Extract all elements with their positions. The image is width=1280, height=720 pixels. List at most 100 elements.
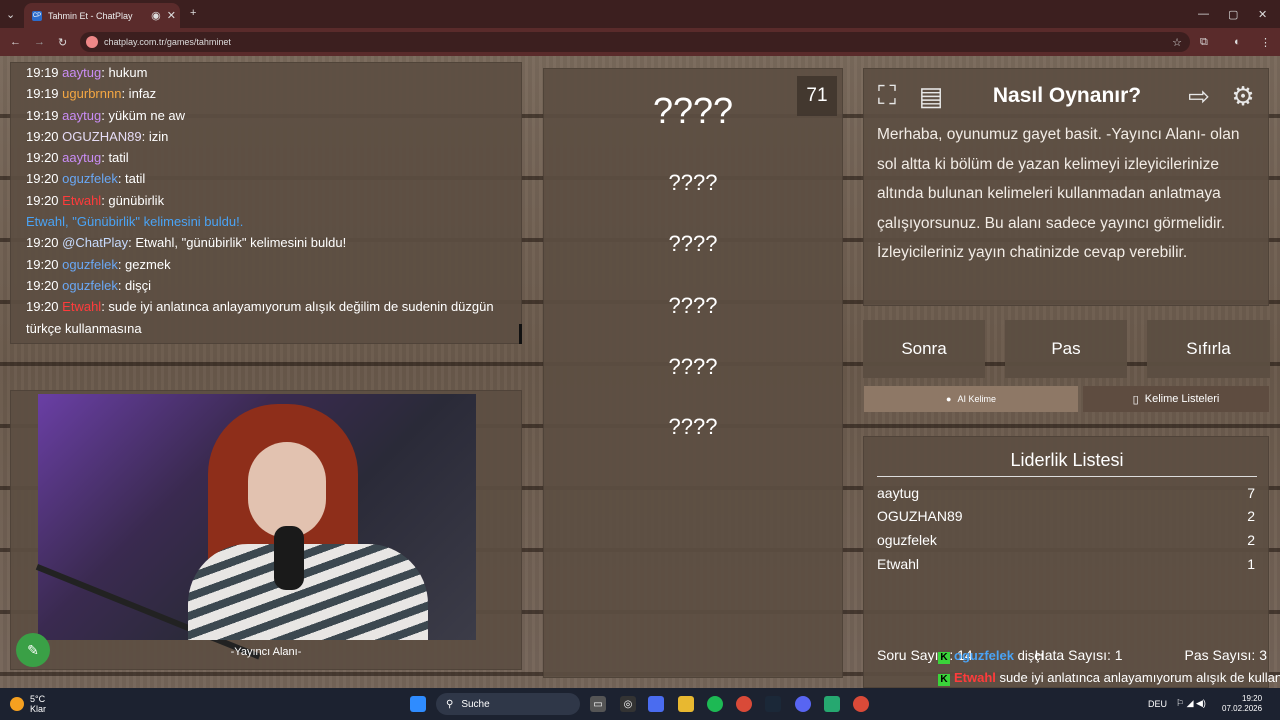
overlay-user: oguzfelek	[954, 648, 1014, 663]
weather-temp: 5°C	[30, 694, 46, 704]
kick-icon: K	[938, 674, 950, 686]
word-lists-tab[interactable]: ▯ Kelime Listeleri	[1083, 386, 1269, 412]
settings-gear-icon[interactable]: ⚙	[1227, 80, 1259, 112]
file-explorer-icon[interactable]	[678, 696, 694, 712]
media-icon[interactable]: ◉	[151, 9, 161, 22]
spotify-icon[interactable]	[707, 696, 723, 712]
url-bar[interactable]: chatplay.com.tr/games/tahminet ☆	[80, 32, 1190, 52]
notes-icon[interactable]: ▤	[915, 80, 947, 112]
next-button[interactable]: Sonra	[863, 320, 985, 378]
maximize-icon[interactable]: ▢	[1228, 8, 1238, 21]
forbidden-word: ????	[668, 354, 718, 379]
chatplay-favicon: CP	[32, 10, 42, 21]
chat-text: : infaz	[121, 86, 157, 102]
clock-date: 07.02.2026	[1222, 704, 1263, 713]
chat-message: 19:20 Etwahl: günübirlik	[26, 190, 506, 211]
leaderboard-row: oguzfelek 2	[877, 532, 1255, 548]
windows-taskbar: 5°C Klar ⚲ Suche ▭ ◎ DEU ⚐ ◢ ◀) 19:20 07.02…	[0, 688, 1280, 720]
forbidden-word: ????	[668, 170, 718, 195]
chat-message: Etwahl, "Günübirlik" kelimesini buldu!.	[26, 211, 506, 232]
forward-icon[interactable]: →	[34, 36, 45, 48]
word-lists-tab-label: Kelime Listeleri	[1144, 393, 1220, 405]
player-name: Etwahl	[877, 556, 920, 572]
browser-tab[interactable]: CP Tahmin Et - ChatPlay ◉ ✕	[24, 3, 180, 28]
extensions-icon[interactable]: ⧉	[1200, 36, 1208, 49]
reset-button-label: Sıfırla	[1186, 339, 1231, 358]
player-name: OGUZHAN89	[877, 508, 963, 524]
chat-time: 19:20	[26, 299, 59, 315]
close-tab-icon[interactable]: ✕	[167, 9, 176, 22]
chat-message: 19:20 Etwahl: sude iyi anlatınca anlayam…	[26, 296, 506, 339]
ai-word-tab[interactable]: ● AI Kelime	[864, 386, 1078, 412]
pass-button[interactable]: Pas	[1005, 320, 1127, 378]
chat-username: Etwahl, "Günübirlik" kelimesini buldu!.	[26, 214, 244, 230]
chat-text: : tatil	[101, 150, 129, 166]
chat-message: 19:20 oguzfelek: tatil	[26, 168, 506, 189]
chat-username: oguzfelek	[62, 256, 118, 272]
close-window-icon[interactable]: ✕	[1258, 8, 1267, 21]
ai-word-tab-label: AI Kelime	[957, 394, 996, 404]
chat-text: : günübirlik	[101, 192, 165, 208]
next-button-label: Sonra	[901, 339, 947, 358]
task-view-icon[interactable]: ▭	[590, 696, 606, 712]
overlay-user: Etwahl	[954, 670, 996, 685]
chat-username: aaytug	[62, 107, 102, 123]
fullscreen-icon[interactable]: ⛶	[871, 80, 903, 112]
weather-widget[interactable]: 5°C Klar	[10, 694, 46, 714]
steam-icon[interactable]	[765, 696, 781, 712]
back-icon[interactable]: ←	[10, 36, 21, 48]
chat-scrollbar[interactable]	[519, 324, 522, 344]
app-icon[interactable]	[853, 696, 869, 712]
chat-username: oguzfelek	[62, 171, 118, 187]
copilot-icon[interactable]	[648, 696, 664, 712]
reset-button[interactable]: Sıfırla	[1147, 320, 1270, 378]
webcam-video	[35, 394, 476, 660]
leaderboard-row: OGUZHAN89 2	[877, 508, 1255, 524]
forbidden-word: ????	[668, 414, 718, 439]
system-tray-icons[interactable]: ⚐ ◢ ◀)	[1176, 698, 1206, 709]
chat-username: oguzfelek	[62, 277, 118, 293]
settings-fab-button[interactable]: ✎	[16, 633, 50, 667]
player-score: 1	[1247, 556, 1255, 572]
chat-message: 19:19 aaytug: hukum	[26, 62, 506, 83]
bookmark-star-icon[interactable]: ☆	[1172, 36, 1182, 49]
streamer-area-label: -Yayıncı Alanı-	[230, 646, 302, 658]
current-word: ????	[652, 90, 734, 131]
player-score: 2	[1247, 508, 1255, 524]
taskbar-search[interactable]: ⚲ Suche	[436, 693, 580, 715]
new-tab-icon[interactable]: +	[190, 7, 196, 19]
discord-icon[interactable]	[795, 696, 811, 712]
minimize-icon[interactable]: —	[1198, 8, 1209, 20]
help-text: Merhaba, oyunumuz gayet basit. -Yayıncı …	[877, 126, 1240, 261]
chat-time: 19:20	[26, 150, 59, 166]
player-name: aaytug	[877, 485, 920, 501]
player-score: 2	[1247, 532, 1255, 548]
profile-icon[interactable]: ◐	[1234, 36, 1241, 48]
chat-text: : hukum	[101, 65, 148, 80]
menu-icon[interactable]: ⋮	[1260, 36, 1271, 49]
chat-time: 19:20	[26, 171, 59, 187]
app-icon[interactable]	[824, 696, 840, 712]
tab-list-icon[interactable]: ⌄	[6, 8, 15, 21]
leaderboard-row: aaytug 7	[877, 485, 1255, 501]
reload-icon[interactable]: ↻	[58, 36, 67, 49]
chat-text: : gezmek	[117, 256, 171, 272]
site-info-icon[interactable]	[86, 36, 98, 48]
app-icon[interactable]: ◎	[620, 696, 636, 712]
chat-time: 19:20	[26, 235, 59, 251]
chat-message: 19:20 oguzfelek: gezmek	[26, 254, 506, 275]
chat-text: : yüküm ne aw	[101, 107, 186, 123]
clock[interactable]: 19:20 07.02.2026	[1222, 694, 1262, 714]
leaderboard-row: Etwahl 1	[877, 556, 1255, 572]
weather-icon	[10, 697, 24, 711]
language-indicator[interactable]: DEU	[1148, 699, 1167, 709]
exit-icon[interactable]: ⇨	[1183, 80, 1215, 112]
streamer-area: -Yayıncı Alanı-	[10, 390, 522, 670]
overlay-message: sude iyi anlatınca anlayamıyorum alışık …	[999, 670, 1280, 685]
chat-text: : dişçi	[117, 277, 152, 293]
chat-username: @ChatPlay	[62, 235, 129, 251]
start-icon[interactable]	[410, 696, 426, 712]
chrome-icon[interactable]	[736, 696, 752, 712]
clock-time: 19:20	[1242, 694, 1263, 703]
forbidden-word: ????	[668, 231, 718, 256]
